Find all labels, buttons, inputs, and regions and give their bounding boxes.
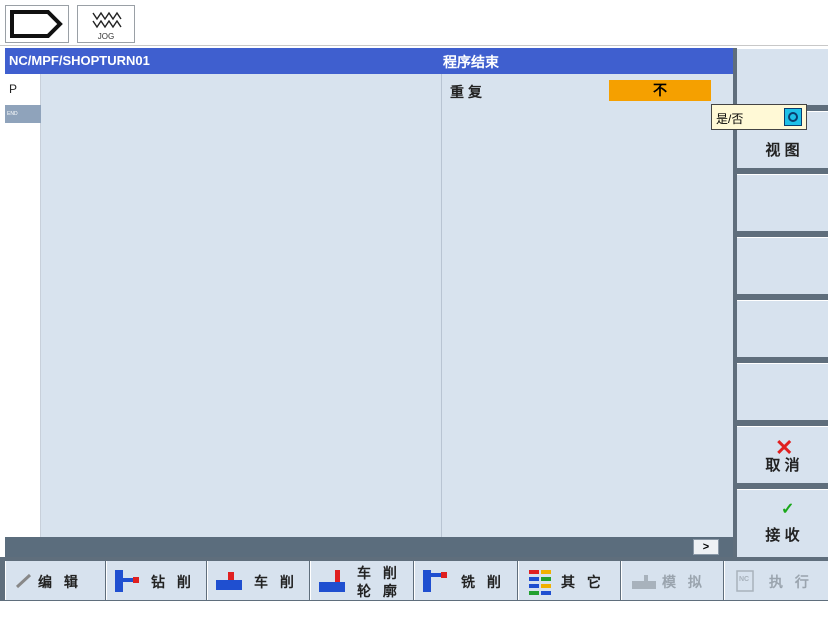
accept-softkey[interactable]: ✓ 接 收 bbox=[737, 489, 828, 557]
tooltip-text: 是/否 bbox=[716, 112, 744, 126]
other-softkey-label: 其 它 bbox=[561, 574, 605, 590]
milling-softkey[interactable]: 铣 削 bbox=[414, 561, 517, 600]
contour-turning-softkey[interactable]: 车 削 轮 廓 bbox=[310, 561, 413, 600]
edit-softkey[interactable]: 编 辑 bbox=[5, 561, 105, 600]
softkey-v6[interactable] bbox=[737, 363, 828, 420]
contour-turning-icon bbox=[319, 570, 345, 592]
contour-turning-label-1: 车 削 bbox=[357, 565, 401, 581]
softkey-v3[interactable] bbox=[737, 174, 828, 231]
turning-softkey[interactable]: 车 削 bbox=[207, 561, 309, 600]
pencil-icon bbox=[15, 573, 32, 589]
execute-softkey-label: 执 行 bbox=[769, 574, 813, 590]
next-page-button[interactable]: > bbox=[693, 539, 719, 555]
execute-icon: NC bbox=[736, 570, 754, 592]
simulation-icon bbox=[632, 575, 656, 589]
yes-no-tooltip: 是/否 bbox=[711, 104, 807, 130]
softkey-v4[interactable] bbox=[737, 237, 828, 294]
milling-icon bbox=[423, 570, 447, 592]
program-mode-indicator bbox=[5, 5, 69, 43]
milling-softkey-label: 铣 削 bbox=[461, 574, 505, 590]
softkey-v1[interactable] bbox=[737, 48, 828, 105]
edit-softkey-label: 编 辑 bbox=[38, 574, 82, 590]
jog-label: JOG bbox=[97, 32, 115, 41]
program-start-marker[interactable]: P bbox=[9, 82, 17, 96]
svg-text:NC: NC bbox=[739, 576, 749, 583]
simulation-softkey[interactable]: 模 拟 bbox=[621, 561, 723, 600]
view-softkey-label: 视 图 bbox=[765, 142, 800, 159]
repeat-value-field[interactable]: 不 bbox=[609, 80, 711, 101]
cancel-softkey-label: 取 消 bbox=[765, 457, 800, 474]
parameter-panel: 重复 不 bbox=[441, 74, 733, 537]
repeat-label: 重复 bbox=[450, 84, 486, 100]
misc-icon bbox=[529, 570, 551, 595]
drill-icon bbox=[115, 570, 139, 592]
accept-check-icon: ✓ bbox=[781, 501, 795, 518]
softkey-v5[interactable] bbox=[737, 300, 828, 357]
program-editor-area[interactable] bbox=[41, 74, 441, 537]
lower-margin bbox=[0, 601, 828, 628]
program-header: NC/MPF/SHOPTURN01 程序结束 bbox=[5, 48, 733, 74]
horizontal-softkey-bar: 编 辑 钻 削 车 削 车 削 轮 廓 铣 削 其 它 模 拟 NC 执 行 bbox=[0, 557, 828, 601]
status-bar bbox=[5, 537, 733, 557]
program-arrow-icon bbox=[10, 10, 63, 38]
contour-turning-label-2: 轮 廓 bbox=[357, 583, 401, 599]
other-softkey[interactable]: 其 它 bbox=[518, 561, 620, 600]
accept-softkey-label: 接 收 bbox=[765, 527, 800, 544]
turning-icon bbox=[216, 572, 242, 590]
drilling-softkey-label: 钻 削 bbox=[151, 574, 195, 590]
toggle-icon[interactable] bbox=[784, 108, 802, 126]
execute-softkey[interactable]: NC 执 行 bbox=[724, 561, 828, 600]
drilling-softkey[interactable]: 钻 削 bbox=[106, 561, 206, 600]
program-gutter: P END bbox=[5, 74, 41, 537]
program-path: NC/MPF/SHOPTURN01 bbox=[9, 53, 150, 68]
jog-mode-indicator: JOG bbox=[77, 5, 135, 43]
dialog-title: 程序结束 bbox=[443, 54, 499, 70]
turning-softkey-label: 车 削 bbox=[254, 574, 298, 590]
program-end-marker[interactable]: END bbox=[5, 105, 41, 123]
cancel-softkey[interactable]: ✕ 取 消 bbox=[737, 426, 828, 483]
simulation-softkey-label: 模 拟 bbox=[662, 574, 706, 590]
jog-wave-icon bbox=[92, 11, 122, 29]
